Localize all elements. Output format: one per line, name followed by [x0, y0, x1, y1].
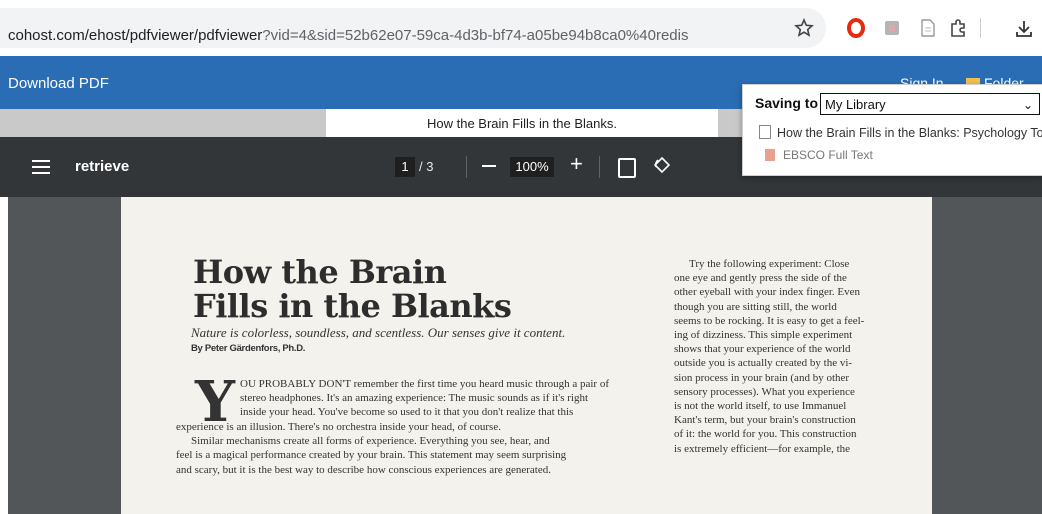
fit-page-icon[interactable]: [618, 158, 636, 178]
url-main: cohost.com/ehost/pdfviewer/pdfviewer: [8, 27, 263, 44]
text-line: is not the world itself, to use Immanuel: [674, 400, 847, 413]
pdf-file-icon: [765, 149, 775, 161]
saved-item-title-text: How the Brain Fills in the Blanks: Psych…: [777, 126, 1042, 140]
rotate-icon[interactable]: [652, 155, 672, 180]
menu-hamburger-icon[interactable]: [32, 160, 50, 174]
browser-address-bar: cohost.com/ehost/pdfviewer/pdfviewer?vid…: [0, 0, 1042, 56]
url-text: cohost.com/ehost/pdfviewer/pdfviewer?vid…: [8, 27, 688, 44]
headline-line: Fills in the Blanks: [193, 287, 512, 325]
text-line: Try the following experiment: Close: [689, 258, 850, 270]
text-line: other eyeball with your index finger. Ev…: [674, 286, 861, 299]
text-line: stereo headphones. It's an amazing exper…: [240, 392, 589, 405]
toolbar-separator: [466, 156, 467, 178]
article-subhead: Nature is colorless, soundless, and scen…: [191, 325, 566, 340]
text-line: though you are sitting still, the world: [674, 300, 837, 313]
saving-popup: Saving to My Library ⌄ How the Brain Fil…: [742, 84, 1042, 176]
download-icon[interactable]: [1010, 14, 1038, 42]
document-title-tab: How the Brain Fills in the Blanks.: [326, 109, 718, 137]
toolbar-divider: [980, 18, 981, 38]
saving-to-label: Saving to: [755, 95, 819, 111]
chevron-down-icon: ⌄: [1022, 98, 1033, 112]
url-query: ?vid=4&sid=52b62e07-59ca-4d3b-bf74-a05be…: [262, 27, 689, 44]
opera-extension-icon[interactable]: [842, 14, 870, 42]
text-line: one eye and gently press the side of the: [674, 272, 847, 285]
column-one-body: experience is an illusion. There's no or…: [176, 420, 658, 477]
text-line: seems to be rocking. It is easy to get a…: [674, 314, 865, 327]
bookmark-star-icon[interactable]: [790, 14, 818, 42]
text-line: of it: the world for you. This construct…: [674, 428, 857, 441]
document-icon: [759, 125, 771, 139]
text-line: ing of dizziness. This simple experiment: [674, 329, 853, 342]
saved-item-attachment-text: EBSCO Full Text: [783, 148, 873, 162]
download-pdf-link[interactable]: Download PDF: [8, 75, 109, 92]
text-line: sion process in your brain (and by other: [674, 371, 850, 384]
url-field[interactable]: cohost.com/ehost/pdfviewer/pdfviewer?vid…: [0, 8, 826, 48]
extensions-puzzle-icon[interactable]: [944, 14, 972, 42]
text-line: OU PROBABLY DON'T remember the first tim…: [240, 378, 610, 390]
column-one-intro: OU PROBABLY DON'T remember the first tim…: [240, 377, 658, 420]
left-edge-pane: [0, 197, 8, 514]
text-line: Similar mechanisms create all forms of e…: [191, 435, 550, 448]
toolbar-separator: [599, 156, 600, 178]
pdf-file-name: retrieve: [75, 158, 130, 175]
text-line: Kant's term, but your brain's constructi…: [674, 414, 856, 427]
article-byline: By Peter Gärdenfors, Ph.D.: [191, 343, 306, 354]
saved-item-attachment[interactable]: EBSCO Full Text: [765, 148, 873, 162]
text-line: and scary, but it is the best way to des…: [176, 463, 551, 476]
text-line: sensory processes). What you experience: [674, 385, 855, 398]
pdf-page[interactable]: How the Brain Fills in the Blanks Nature…: [121, 197, 932, 514]
page-number-input[interactable]: 1: [395, 157, 415, 177]
text-line: feel is a magical performance created by…: [176, 449, 567, 462]
text-line: inside your head. You've become so used …: [240, 406, 574, 419]
text-line: experience is an illusion. There's no or…: [176, 421, 501, 433]
library-select[interactable]: My Library ⌄: [820, 93, 1040, 115]
zoom-level-input[interactable]: 100%: [510, 157, 554, 177]
zoom-in-icon[interactable]: +: [570, 151, 583, 177]
headline-line: How the Brain: [193, 253, 447, 291]
page-total: / 3: [419, 159, 434, 174]
article-headline: How the Brain Fills in the Blanks: [193, 253, 512, 325]
text-line: shows that your experience of the world: [674, 343, 851, 356]
column-two: Try the following experiment: Close one …: [674, 257, 914, 456]
library-select-value: My Library: [825, 97, 886, 112]
zoom-out-icon[interactable]: [482, 165, 496, 167]
text-line: is extremely efficient—for example, the: [674, 442, 851, 455]
document-extension-icon[interactable]: [914, 14, 942, 42]
text-line: outside you is actually created by the v…: [674, 357, 853, 370]
zotero-extension-icon[interactable]: [878, 14, 906, 42]
saved-item-title[interactable]: How the Brain Fills in the Blanks: Psych…: [759, 125, 1042, 140]
